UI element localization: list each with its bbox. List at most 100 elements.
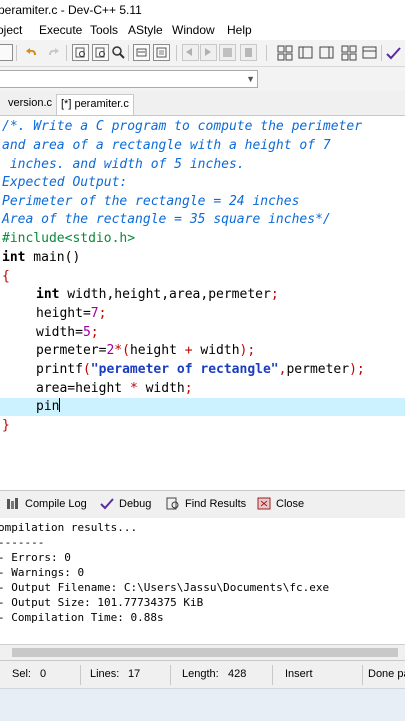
menu-tools[interactable]: Tools — [90, 23, 118, 37]
tab-close[interactable]: Close — [257, 496, 304, 515]
code-line-17: } — [2, 418, 10, 433]
close-icon — [257, 497, 272, 515]
number: 5 — [82, 325, 91, 340]
code-text: height — [129, 343, 185, 358]
new-project-icon[interactable] — [276, 44, 293, 61]
compile-log-output[interactable]: ompilation results... ------- - Errors: … — [0, 518, 405, 644]
stop-icon[interactable] — [240, 44, 257, 61]
operator: * — [129, 381, 138, 396]
menu-execute[interactable]: Execute — [39, 23, 82, 37]
semicolon: ; — [247, 343, 256, 358]
log-line: - Output Size: 101.77734375 KiB — [0, 596, 204, 609]
scrollbar-thumb[interactable] — [12, 648, 398, 657]
menu-astyle[interactable]: AStyle — [128, 23, 163, 37]
taskbar — [0, 688, 405, 721]
code-line-4: Expected Output: — [2, 175, 128, 190]
status-sel-value: 0 — [40, 668, 47, 680]
compile-log-icon — [6, 497, 21, 515]
redo-arrow-icon[interactable] — [45, 44, 62, 61]
paren: ( — [82, 362, 91, 377]
code-text: width — [192, 343, 240, 358]
code-text: permeter — [286, 362, 350, 377]
code-text: height — [75, 381, 130, 396]
string-literal: "perameter of rectangle" — [90, 362, 279, 377]
status-message: Done pa — [368, 668, 405, 680]
semicolon: ; — [90, 325, 99, 340]
status-lines-value: 17 — [128, 668, 141, 680]
tab-compile-log[interactable]: Compile Log — [6, 496, 87, 515]
semicolon: ; — [270, 287, 279, 302]
class-combo[interactable]: ▼ — [0, 70, 258, 88]
log-line: - Warnings: 0 — [0, 566, 85, 579]
search-icon[interactable] — [110, 44, 127, 61]
code-line-14: printf("perameter of rectangle",permeter… — [36, 361, 365, 379]
tab-label: Close — [276, 498, 305, 510]
code-text: pin — [36, 399, 60, 414]
code-line-13: permeter=2*(height + width); — [36, 342, 255, 360]
tab-label: Find Results — [185, 498, 247, 510]
status-length-label: Length: — [182, 668, 219, 680]
main-toolbar — [0, 40, 405, 67]
semicolon: ; — [184, 381, 193, 396]
project-options-icon[interactable] — [318, 44, 335, 61]
code-line-5: Perimeter of the rectangle = 24 inches — [2, 194, 300, 209]
tab-version-c[interactable]: version.c — [4, 96, 56, 114]
chevron-down-icon: ▼ — [246, 74, 255, 84]
title-bar: peramiter.c - Dev-C++ 5.11 — [0, 0, 405, 20]
semicolon: ; — [98, 306, 107, 321]
tab-debug[interactable]: Debug — [100, 496, 151, 515]
redo-icon[interactable] — [0, 44, 13, 61]
menu-bar: oject Execute Tools AStyle Window Help — [0, 20, 405, 40]
compile-icon[interactable] — [182, 44, 199, 61]
code-line-7: #include<stdio.h> — [2, 231, 136, 246]
number: 7 — [90, 306, 99, 321]
code-text: area= — [36, 381, 76, 396]
code-line-3: inches. and width of 5 inches. — [2, 157, 245, 172]
undo-icon[interactable] — [24, 44, 41, 61]
log-line: - Compilation Time: 0.88s — [0, 611, 164, 624]
code-line-10: int width,height,area,permeter; — [36, 286, 279, 304]
window-title: peramiter.c - Dev-C++ 5.11 — [0, 3, 142, 17]
paren: ( — [122, 343, 130, 358]
code-line-9: { — [2, 269, 10, 284]
code-line-2: and area of a rectangle with a height of… — [2, 138, 331, 153]
code-editor[interactable]: /*. Write a C program to compute the per… — [0, 116, 405, 490]
output-horizontal-scrollbar[interactable] — [0, 644, 405, 661]
goto-line-icon[interactable] — [133, 44, 150, 61]
bookmark-icon[interactable] — [153, 44, 170, 61]
code-text: main() — [25, 250, 81, 265]
code-text: width= — [36, 325, 83, 340]
find-icon[interactable] — [72, 44, 89, 61]
paren: ) — [349, 362, 357, 377]
tab-label: Compile Log — [25, 498, 87, 510]
log-line: - Output Filename: C:\Users\Jassu\Docume… — [0, 581, 330, 594]
code-text: printf — [36, 362, 83, 377]
status-mode: Insert — [285, 668, 313, 680]
compile-run-icon[interactable] — [219, 44, 236, 61]
close-all-icon[interactable] — [361, 44, 378, 61]
code-line-6: Area of the rectangle = 35 square inches… — [2, 212, 331, 227]
class-browser-icon[interactable] — [297, 44, 314, 61]
code-line-15: area=height * width; — [36, 380, 193, 398]
code-line-12: width=5; — [36, 324, 99, 342]
status-sel-label: Sel: — [12, 668, 31, 680]
menu-help[interactable]: Help — [227, 23, 252, 37]
code-line-1: /*. Write a C program to compute the per… — [2, 119, 363, 134]
code-text: width — [137, 381, 185, 396]
run-icon[interactable] — [200, 44, 217, 61]
tile-windows-icon[interactable] — [340, 44, 357, 61]
current-line-highlight — [0, 398, 405, 416]
check-syntax-icon[interactable] — [384, 44, 401, 61]
class-toolbar: ▼ — [0, 67, 405, 91]
menu-window[interactable]: Window — [172, 23, 215, 37]
menu-project[interactable]: oject — [0, 23, 22, 37]
log-line: ompilation results... — [0, 521, 138, 534]
status-bar: Sel: 0 Lines: 17 Length: 428 Insert Done… — [0, 660, 405, 689]
code-line-11: height=7; — [36, 305, 106, 323]
tab-find-results[interactable]: Find Results — [166, 496, 246, 515]
tab-peramiter-c[interactable]: [*] peramiter.c — [56, 94, 134, 115]
code-text: width,height,area,permeter — [59, 287, 271, 302]
code-line-16: pin — [36, 398, 61, 416]
code-line-8: int main() — [2, 249, 80, 267]
replace-icon[interactable] — [92, 44, 109, 61]
